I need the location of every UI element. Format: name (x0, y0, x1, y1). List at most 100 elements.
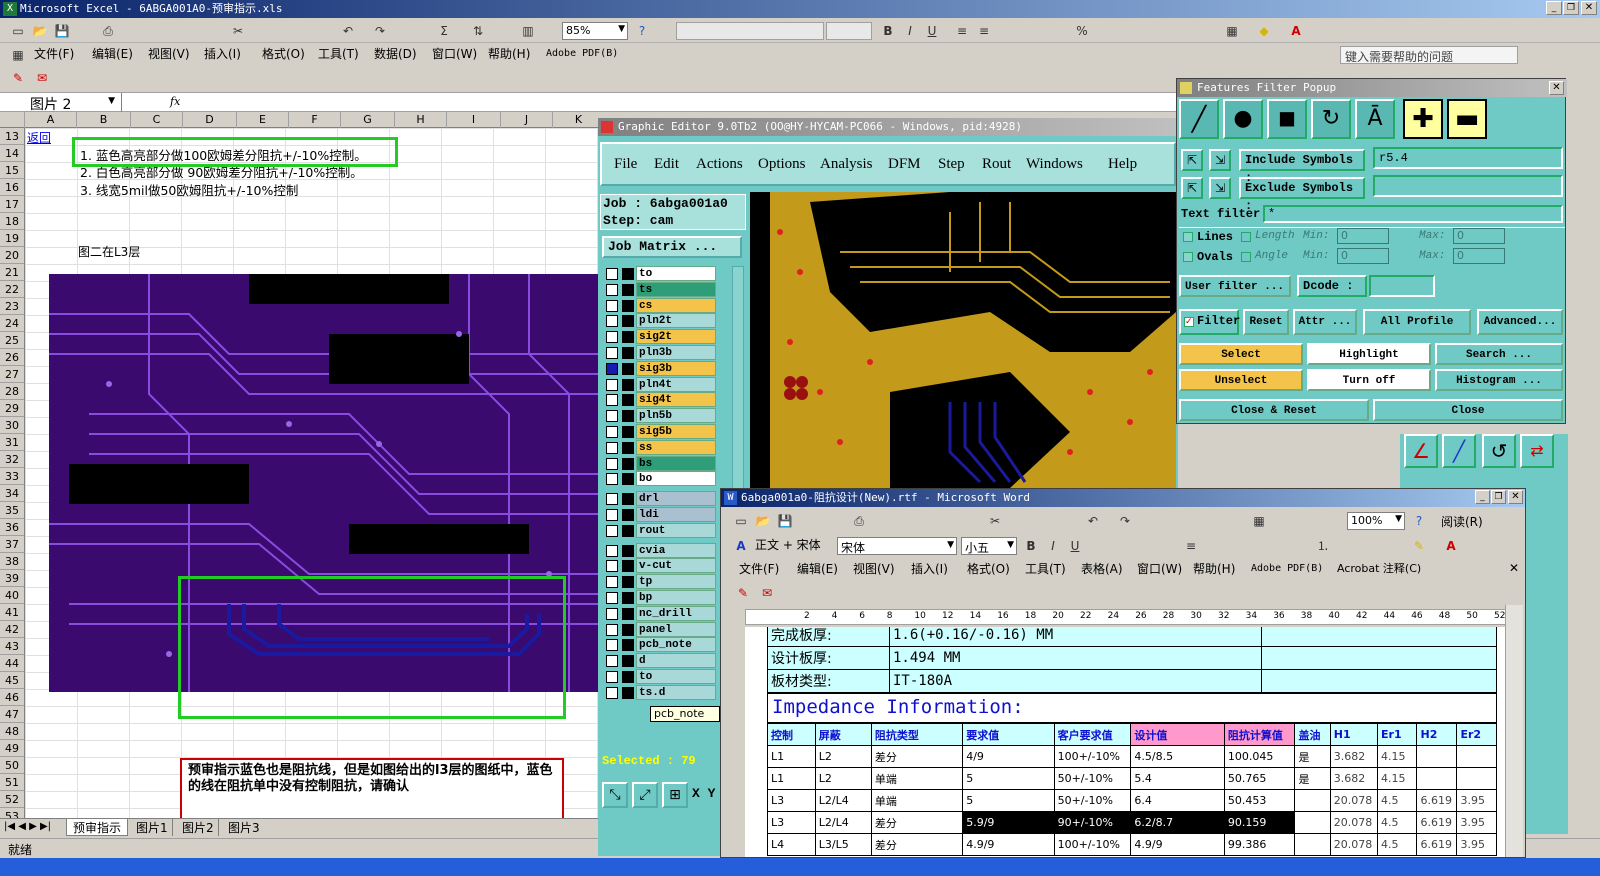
row-header[interactable]: 20 (0, 247, 24, 264)
font-select[interactable]: 宋体 ▼ (837, 537, 957, 555)
row-header[interactable]: 33 (0, 468, 24, 485)
word-close-button[interactable]: ✕ (1508, 490, 1523, 504)
word-cut-icon[interactable]: ✂ (987, 513, 1003, 529)
layer-name[interactable]: panel (636, 621, 716, 637)
row-header[interactable]: 39 (0, 570, 24, 587)
layer-checkbox[interactable] (606, 347, 618, 359)
zoom-select[interactable]: 85% ▼ (562, 22, 628, 40)
histogram-button[interactable]: Histogram ... (1435, 369, 1563, 391)
chart-icon[interactable]: ▥ (520, 23, 536, 39)
word-font-color-icon[interactable]: A (1443, 538, 1459, 554)
menu-insert[interactable]: 插入(I) (204, 44, 241, 64)
menu-help[interactable]: 帮助(H) (488, 44, 530, 64)
column-header[interactable]: J (501, 112, 553, 128)
sheet-tab-pic1[interactable]: 图片1 (132, 819, 173, 836)
word-redo-icon[interactable]: ↷ (1117, 513, 1133, 529)
attr-button[interactable]: Attr ... (1293, 309, 1357, 335)
close-reset-button[interactable]: Close & Reset (1179, 399, 1369, 421)
word-minimize-button[interactable]: _ (1475, 490, 1490, 504)
row-header[interactable]: 37 (0, 536, 24, 553)
word-doc-close-icon[interactable]: ✕ (1509, 561, 1519, 575)
word-pdf-icon[interactable]: ✎ (735, 585, 751, 601)
layer-checkbox[interactable] (606, 283, 618, 296)
style-select[interactable]: 正文 + 宋体 (755, 537, 835, 555)
sort-icon[interactable]: ⇅ (470, 23, 486, 39)
pad-symbol-icon[interactable]: ● (1223, 99, 1263, 139)
arc-symbol-icon[interactable]: ↻ (1311, 99, 1351, 139)
word-save-icon[interactable]: 💾 (777, 513, 793, 529)
word-menu-adobe[interactable]: Adobe PDF(B) (1251, 559, 1323, 579)
print-icon[interactable]: ⎙ (100, 23, 116, 39)
ge-menu-file[interactable]: File (614, 154, 637, 174)
angle-checkbox[interactable] (1241, 252, 1251, 262)
word-menu-help[interactable]: 帮助(H) (1193, 559, 1235, 579)
menu-format[interactable]: 格式(O) (262, 44, 305, 64)
sheet-tab-pic2[interactable]: 图片2 (178, 819, 219, 836)
ff-close-action-button[interactable]: Close (1373, 399, 1563, 421)
word-highlight-icon[interactable]: ✎ (1411, 538, 1427, 554)
ff-close-button[interactable]: ✕ (1549, 81, 1564, 95)
row-header[interactable]: 27 (0, 366, 24, 383)
back-link[interactable]: 返回 (27, 129, 51, 146)
layer-checkbox[interactable] (606, 623, 618, 636)
length-min-input[interactable]: 0 (1337, 228, 1389, 244)
underline-icon[interactable]: U (924, 23, 940, 39)
layer-name[interactable]: sig2t (636, 329, 716, 345)
percent-icon[interactable]: % (1074, 23, 1090, 39)
all-profile-select[interactable]: All Profile (1363, 309, 1471, 335)
text-filter-input[interactable]: * (1263, 205, 1563, 223)
name-box[interactable]: 图片 2 ▼ (0, 93, 122, 113)
layer-name[interactable]: nc_drill (636, 605, 716, 621)
layer-name[interactable]: cs (636, 297, 716, 313)
row-header[interactable]: 24 (0, 315, 24, 332)
lines-checkbox[interactable] (1183, 232, 1193, 242)
job-matrix-button[interactable]: Job Matrix ... (602, 236, 742, 258)
word-numbering-icon[interactable]: ⒈ (1315, 538, 1331, 554)
length-checkbox[interactable] (1241, 232, 1251, 242)
save-icon[interactable]: 💾 (54, 23, 70, 39)
row-header[interactable]: 49 (0, 740, 24, 757)
layer-checkbox[interactable] (606, 426, 618, 438)
positive-icon[interactable]: ✚ (1403, 99, 1443, 139)
menu-edit[interactable]: 编辑(E) (92, 44, 133, 64)
select-button[interactable]: Select (1179, 343, 1303, 365)
word-ruler[interactable]: 2 4 6 8 10 12 14 16 18 20 22 24 26 28 30 32 34 36 38 40 42 44… (745, 609, 1519, 625)
layer-name[interactable]: ts.d (636, 684, 716, 700)
word-menu-file[interactable]: 文件(F) (739, 559, 779, 579)
layer-checkbox[interactable] (606, 493, 618, 506)
layer-checkbox[interactable] (606, 544, 618, 557)
column-header[interactable]: D (183, 112, 237, 128)
layer-name[interactable]: ss (636, 439, 716, 455)
menu-window[interactable]: 窗口(W) (432, 44, 477, 64)
layer-checkbox[interactable] (606, 686, 618, 699)
layer-checkbox[interactable] (606, 315, 618, 328)
layer-name[interactable]: pln4t (636, 376, 716, 392)
layer-name[interactable]: sig4t (636, 392, 716, 408)
word-zoom-select[interactable]: 100% ▼ (1347, 512, 1405, 530)
layer-checkbox[interactable] (606, 607, 618, 620)
row-header[interactable]: 17 (0, 196, 24, 213)
spreadsheet-grid[interactable]: A B C D E F G H I J K 13 14 15 16 17 18 … (0, 112, 600, 824)
user-filter-button[interactable]: User filter ... (1179, 275, 1291, 297)
layer-checkbox[interactable] (606, 655, 618, 668)
menu-file[interactable]: 文件(F) (34, 44, 74, 64)
layer-checkbox[interactable] (606, 671, 618, 683)
row-header[interactable]: 43 (0, 638, 24, 655)
layer-checkbox[interactable] (606, 410, 618, 423)
borders-icon[interactable]: ▦ (1224, 23, 1240, 39)
ge-menu-windows[interactable]: Windows (1026, 154, 1083, 174)
help-icon[interactable]: ? (634, 23, 650, 39)
layer-name[interactable]: sig3b (636, 360, 716, 376)
ge-menu-dfm[interactable]: DFM (888, 154, 921, 174)
include-pick-icon[interactable]: ⇱ (1181, 149, 1203, 171)
reset-button[interactable]: Reset (1243, 309, 1289, 335)
exclude-clear-icon[interactable]: ⇲ (1209, 177, 1231, 199)
unselect-button[interactable]: Unselect (1179, 369, 1303, 391)
advanced-button[interactable]: Advanced... (1477, 309, 1563, 335)
sheet-tab-pic3[interactable]: 图片3 (224, 819, 264, 836)
column-header[interactable]: B (77, 112, 131, 128)
row-header[interactable]: 46 (0, 689, 24, 706)
row-header[interactable]: 40 (0, 587, 24, 604)
row-header[interactable]: 26 (0, 349, 24, 366)
word-bold-icon[interactable]: B (1023, 538, 1039, 554)
